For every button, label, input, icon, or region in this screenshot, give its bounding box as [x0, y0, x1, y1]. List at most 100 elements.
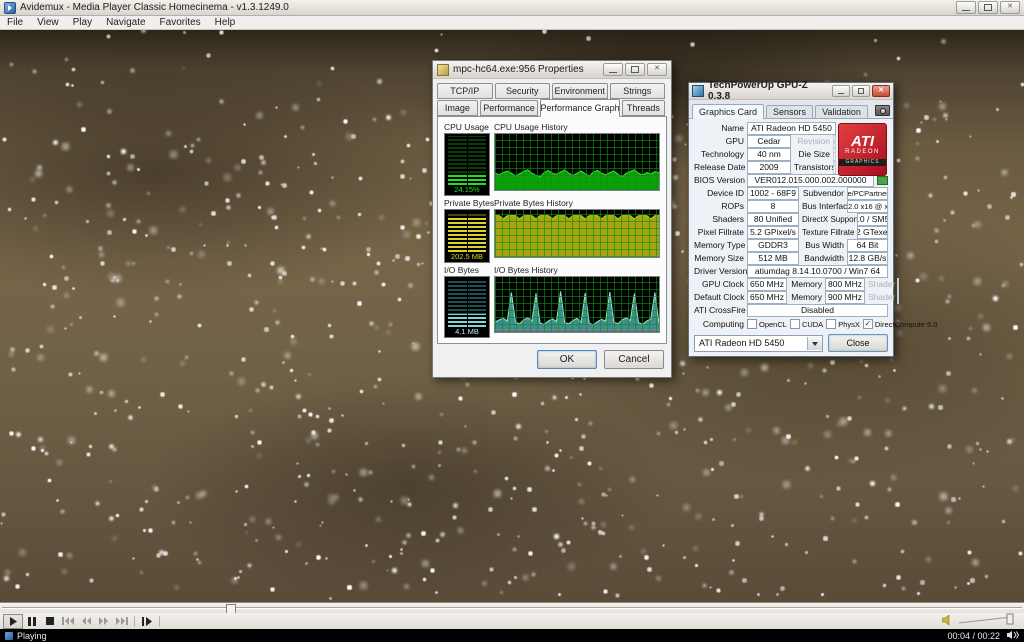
bird-flock-blur-layer [0, 30, 1, 31]
tab-sensors[interactable]: Sensors [766, 105, 813, 118]
gpuz-titlebar[interactable]: TechPowerUp GPU-Z 0.3.8 [689, 83, 893, 100]
checkbox-directcompute[interactable]: ✓ DirectCompute 5.0 [863, 319, 938, 329]
tab-threads[interactable]: Threads [622, 100, 665, 116]
bus-interface-field: PCI-E 2.0 x16 @ x16 2.0 [847, 200, 888, 213]
checkbox-opencl[interactable]: OpenCL [747, 319, 787, 329]
checkbox-physx[interactable]: PhysX [826, 319, 860, 329]
properties-dialog-icon [437, 64, 449, 76]
memory-size-label: Memory Size [694, 253, 744, 263]
dropdown-button[interactable] [807, 337, 822, 350]
main-window-titlebar[interactable]: Avidemux - Media Player Classic Homecine… [0, 0, 1024, 16]
device-id-label: Device ID [694, 188, 744, 198]
transport-controls [0, 613, 1024, 629]
tab-tcpip[interactable]: TCP/IP [437, 83, 493, 99]
toolbar-separator [159, 616, 160, 627]
bandwidth-field: 12.8 GB/s [847, 252, 888, 265]
main-menubar: File View Play Navigate Favorites Help [0, 16, 1024, 30]
computing-label: Computing [694, 319, 744, 329]
tab-graphics-card[interactable]: Graphics Card [692, 104, 764, 119]
tab-strings[interactable]: Strings [610, 83, 666, 99]
maximize-icon[interactable] [625, 63, 645, 76]
gpu-clock-label: GPU Clock [694, 279, 744, 289]
minimize-icon[interactable] [832, 85, 850, 97]
tab-performance-graph[interactable]: Performance Graph [540, 99, 619, 117]
speaker-icon[interactable] [942, 612, 953, 630]
tab-validation[interactable]: Validation [815, 105, 868, 118]
bios-version-label: BIOS Version [694, 175, 744, 185]
close-icon[interactable] [872, 85, 890, 97]
checkbox-icon [790, 319, 800, 329]
menu-navigate[interactable]: Navigate [99, 17, 152, 28]
playback-state: Playing [17, 631, 47, 641]
playback-time: 00:04 / 00:22 [947, 631, 1000, 641]
cancel-button[interactable]: Cancel [604, 350, 664, 369]
audio-channels-icon [1007, 631, 1019, 641]
gpu-field: Cedar [747, 135, 791, 148]
bus-width-label: Bus Width [802, 240, 844, 250]
skip-back-button[interactable] [59, 615, 77, 628]
performance-graph-page: CPU Usage 24.15% CPU Usage History Priva… [437, 116, 667, 344]
cpu-usage-label: CPU Usage [444, 122, 489, 133]
subvendor-label: Subvendor [802, 188, 844, 198]
close-icon[interactable] [647, 63, 667, 76]
fast-forward-button[interactable] [95, 615, 113, 628]
bandwidth-label: Bandwidth [802, 253, 844, 263]
checkbox-cuda[interactable]: CUDA [790, 319, 823, 329]
bios-chip-icon[interactable] [877, 176, 888, 185]
private-bytes-meter: 202.5 MB [444, 209, 490, 263]
menu-favorites[interactable]: Favorites [153, 17, 208, 28]
cpu-usage-meter: 24.15% [444, 133, 490, 196]
bus-interface-label: Bus Interface [802, 201, 844, 211]
driver-version-field: atiumdag 8.14.10.0700 / Win7 64 [747, 265, 888, 278]
die-size-label: Die Size [794, 149, 830, 159]
io-bytes-section: I/O Bytes 4.1 MB I/O Bytes History [444, 265, 660, 338]
play-button[interactable] [3, 614, 23, 629]
memory-type-label: Memory Type [694, 240, 744, 250]
gpuz-title: TechPowerUp GPU-Z 0.3.8 [708, 80, 828, 102]
gpuz-close-button[interactable]: Close [828, 334, 888, 352]
maximize-icon[interactable] [978, 1, 998, 14]
menu-view[interactable]: View [30, 17, 66, 28]
close-icon[interactable] [1000, 1, 1020, 14]
screenshot-camera-icon[interactable] [875, 105, 890, 116]
io-bytes-meter: 4.1 MB [444, 276, 490, 338]
properties-tab-strip: TCP/IP Security Environment Strings Imag… [433, 79, 671, 117]
process-properties-dialog: mpc-hc64.exe:956 Properties TCP/IP Secur… [432, 60, 672, 378]
release-date-field: 2009 [747, 161, 791, 174]
seek-track[interactable] [2, 607, 1022, 608]
ati-radeon-logo: ATI RADEON GRAPHICS [838, 123, 887, 176]
skip-forward-button[interactable] [113, 615, 131, 628]
io-bytes-value: 4.1 MB [448, 327, 486, 336]
revision-label: Revision [794, 136, 830, 146]
tab-performance[interactable]: Performance [480, 100, 539, 116]
properties-dialog-titlebar[interactable]: mpc-hc64.exe:956 Properties [433, 61, 671, 79]
pause-button[interactable] [23, 615, 41, 628]
card-selector-dropdown[interactable]: ATI Radeon HD 5450 [694, 335, 823, 352]
subvendor-field: Sapphire/PCPartner (174B) [847, 187, 888, 200]
stop-button[interactable] [41, 615, 59, 628]
frame-step-button[interactable] [138, 615, 156, 628]
ok-button[interactable]: OK [537, 350, 597, 369]
minimize-icon[interactable] [956, 1, 976, 14]
menu-file[interactable]: File [0, 17, 30, 28]
minimize-icon[interactable] [603, 63, 623, 76]
volume-slider[interactable] [957, 612, 1015, 630]
tab-image[interactable]: Image [437, 100, 478, 116]
desktop-screen: Avidemux - Media Player Classic Homecine… [0, 0, 1024, 642]
default-clock-field: 650 MHz [747, 291, 787, 304]
private-bytes-value: 202.5 MB [448, 252, 486, 261]
gpu-label: GPU [694, 136, 744, 146]
directx-support-field: 11.0 / SM5.0 [857, 213, 888, 226]
toolbar-separator [134, 616, 135, 627]
menu-help[interactable]: Help [208, 17, 243, 28]
rewind-button[interactable] [77, 615, 95, 628]
tab-security[interactable]: Security [495, 83, 551, 99]
dialog-button-row: OK Cancel [433, 344, 671, 377]
maximize-icon[interactable] [852, 85, 870, 97]
tab-environment[interactable]: Environment [552, 83, 608, 99]
transistors-field: Unknown [833, 161, 836, 174]
menu-play[interactable]: Play [66, 17, 99, 28]
rops-label: ROPs [694, 201, 744, 211]
gpu-clock-shader-label: Shader [868, 279, 894, 289]
private-bytes-section: Private Bytes 202.5 MB Private Bytes His… [444, 198, 660, 263]
